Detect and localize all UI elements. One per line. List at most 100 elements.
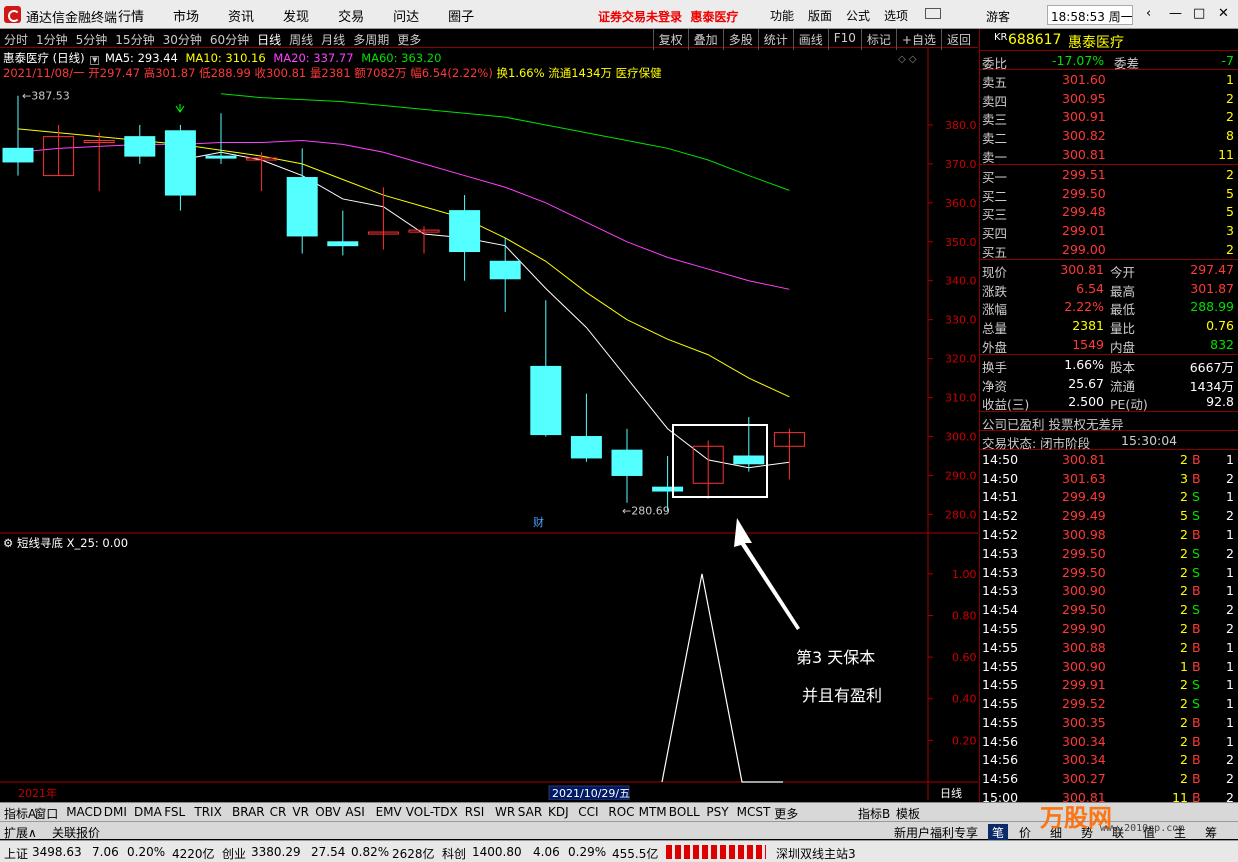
guest-label[interactable]: 游客: [986, 8, 1010, 25]
maximize-icon[interactable]: □: [1193, 6, 1205, 21]
menu-item-function[interactable]: 功能: [770, 7, 794, 24]
y-tick-label: 380.0: [945, 119, 977, 132]
menu-item-market[interactable]: 行情: [118, 6, 144, 25]
indicator-panel-tab[interactable]: 模板: [896, 805, 920, 822]
indicator-tab[interactable]: TRIX: [194, 805, 221, 819]
trade-time: 15:30:04: [1121, 432, 1178, 448]
chart-action-button[interactable]: 统计: [757, 29, 793, 50]
chart-action-button[interactable]: F10: [827, 29, 861, 50]
settings-icon[interactable]: ⚙: [3, 536, 13, 550]
menu-item-board[interactable]: 市场: [173, 6, 199, 25]
indicator-tab[interactable]: VOL-TDX: [406, 805, 458, 819]
indicator-tab[interactable]: ROC: [608, 805, 634, 819]
menu-item-discover[interactable]: 发现: [283, 6, 309, 25]
indicator-tab[interactable]: OBV: [315, 805, 341, 819]
tick-volume: 2: [1180, 602, 1188, 618]
indicator-tab[interactable]: SAR: [518, 805, 542, 819]
ask-row: 卖四 300.95 2: [980, 89, 1238, 109]
tick-row: 14:56 300.34 2 B 1: [980, 732, 1238, 751]
server-station[interactable]: 深圳双线主站3: [776, 845, 856, 862]
tick-time: 14:53: [982, 545, 1019, 561]
chart-action-button[interactable]: 叠加: [687, 29, 723, 50]
detail-tab[interactable]: 价: [1019, 824, 1031, 841]
chart-action-button[interactable]: 多股: [722, 29, 758, 50]
indicator-tab[interactable]: EMV: [376, 805, 402, 819]
kline-chart-panel[interactable]: 惠泰医疗 (日线) ▼ MA5: 293.44 MA10: 310.16 MA2…: [0, 48, 978, 800]
close-icon[interactable]: ✕: [1218, 6, 1229, 21]
login-notice[interactable]: 证券交易未登录 惠泰医疗: [598, 8, 738, 25]
indicator-panel-tab[interactable]: 指标B: [858, 805, 890, 822]
menu-item-options[interactable]: 选项: [884, 7, 908, 24]
period-tab[interactable]: 月线: [321, 31, 345, 48]
indicator-tab[interactable]: CR: [270, 805, 287, 819]
indicator-tab[interactable]: MACD: [66, 805, 102, 819]
bid-volume: 2: [1226, 241, 1234, 257]
chart-action-button[interactable]: 标记: [860, 29, 896, 50]
indicator-tab[interactable]: KDJ: [548, 805, 569, 819]
mail-icon[interactable]: [925, 8, 941, 19]
arrow-left-icon[interactable]: ‹: [1146, 6, 1151, 21]
indicator-tab[interactable]: PSY: [706, 805, 728, 819]
index-sh-value: 3498.63: [32, 845, 82, 859]
indicator-tab[interactable]: MTM: [639, 805, 667, 819]
chart-action-button[interactable]: +自选: [895, 29, 941, 50]
indicator-tab[interactable]: 指标A: [4, 805, 36, 822]
menu-item-formula[interactable]: 公式: [846, 7, 870, 24]
tick-count: 2: [1226, 508, 1234, 524]
period-tab[interactable]: 30分钟: [163, 31, 202, 48]
indicator-tab[interactable]: BOLL: [669, 805, 700, 819]
menu-item-layout[interactable]: 版面: [808, 7, 832, 24]
indicator-tab[interactable]: 更多: [774, 805, 798, 822]
period-tab[interactable]: 更多: [397, 31, 421, 48]
chart-action-button[interactable]: 画线: [792, 29, 828, 50]
chart-action-button[interactable]: 返回: [940, 29, 976, 50]
tick-row: 14:55 300.90 1 B 1: [980, 657, 1238, 676]
index-sh-label[interactable]: 上证: [4, 845, 28, 862]
indicator-tab[interactable]: FSL: [164, 805, 185, 819]
indicator-tab[interactable]: WR: [495, 805, 515, 819]
tick-side: B: [1192, 733, 1201, 749]
tick-price: 300.90: [1062, 583, 1106, 599]
index-cy-label[interactable]: 创业: [222, 845, 246, 862]
period-tab[interactable]: 60分钟: [210, 31, 249, 48]
indicator-tab[interactable]: ASI: [345, 805, 364, 819]
detail-tab[interactable]: 筹: [1205, 824, 1217, 841]
expand-button[interactable]: 扩展∧: [4, 824, 37, 841]
menu-item-trade[interactable]: 交易: [338, 6, 364, 25]
ask-price: 300.95: [1062, 90, 1106, 106]
period-tab[interactable]: 分时: [4, 31, 28, 48]
new-user-promo[interactable]: 新用户福利专享: [894, 824, 978, 841]
indicator-tab[interactable]: CCI: [578, 805, 598, 819]
detail-tab[interactable]: 笔: [988, 824, 1009, 841]
indicator-tab[interactable]: DMA: [134, 805, 162, 819]
indicator-tab[interactable]: DMI: [104, 805, 127, 819]
weicha-value: -7: [1221, 53, 1234, 68]
indicator-tab[interactable]: BRAR: [232, 805, 265, 819]
indicator-tab[interactable]: VR: [292, 805, 309, 819]
tick-list[interactable]: 14:50 300.81 2 B 1 14:50 301.63 3 B 2 14:51 299.49 2…: [980, 450, 1238, 807]
tick-price: 299.91: [1062, 677, 1106, 693]
period-tab[interactable]: 日线: [257, 31, 281, 48]
period-tab[interactable]: 多周期: [353, 31, 389, 48]
tick-row: 14:55 299.91 2 S 1: [980, 675, 1238, 694]
indicator-tab[interactable]: MCST: [737, 805, 771, 819]
menu-item-news[interactable]: 资讯: [228, 6, 254, 25]
index-kc-label[interactable]: 科创: [442, 845, 466, 862]
y-tick-label: 330.0: [945, 314, 977, 327]
tick-count: 1: [1226, 489, 1234, 505]
index-kc-amount: 455.5亿: [612, 847, 659, 861]
period-tab[interactable]: 1分钟: [36, 31, 68, 48]
indicator-tab[interactable]: 窗口: [34, 805, 58, 822]
chart-action-button[interactable]: 复权: [652, 29, 688, 50]
related-quote-button[interactable]: 关联报价: [52, 824, 100, 841]
period-tab[interactable]: 15分钟: [115, 31, 154, 48]
menu-item-ask[interactable]: 问达: [393, 6, 419, 25]
minimize-icon[interactable]: —: [1169, 6, 1182, 21]
indicator-tab[interactable]: RSI: [465, 805, 485, 819]
tick-count: 2: [1226, 771, 1234, 787]
menu-item-circle[interactable]: 圈子: [448, 6, 474, 25]
period-tab[interactable]: 周线: [289, 31, 313, 48]
period-tab[interactable]: 5分钟: [76, 31, 108, 48]
tick-row: 14:50 300.81 2 B 1: [980, 450, 1238, 469]
tick-time: 14:56: [982, 752, 1019, 768]
